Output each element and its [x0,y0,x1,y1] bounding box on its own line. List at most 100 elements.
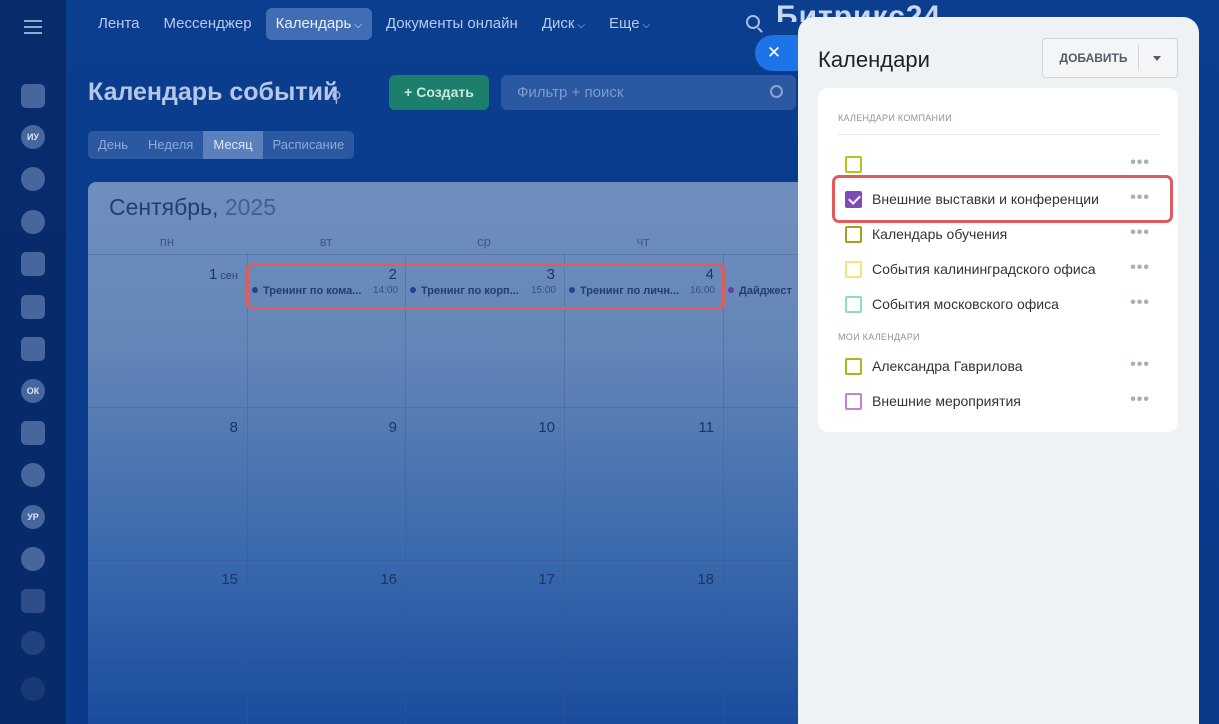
library-icon[interactable] [21,337,45,361]
nav-disk-label: Диск [541,15,575,32]
day-cell-number[interactable]: 11 [574,419,714,436]
nav-documents[interactable]: Документы онлайн [376,8,528,40]
hexagon-icon[interactable] [21,463,45,487]
nav-more[interactable]: Еще ⌵ [599,8,660,40]
filter-search-input[interactable]: Фильтр + поиск [501,75,796,110]
my-calendars-header: МОИ КАЛЕНДАРИ [838,332,920,342]
nav-calendar[interactable]: Календарь ⌵ [265,8,372,40]
calendar-name: События калининградского офиса [872,261,1096,277]
calendar-name: Внешние мероприятия [872,393,1021,409]
sidebar-badge-iu[interactable]: ИУ [21,125,45,149]
calendars-panel: Календари ДОБАВИТЬ КАЛЕНДАРИ КОМПАНИИ ••… [798,17,1199,724]
menu-icon[interactable] [24,20,42,34]
home-icon[interactable] [21,84,45,108]
grid-line [88,407,798,408]
calendar-name: Александра Гаврилова [872,358,1023,374]
divider [838,134,1160,135]
page-title: Календарь событий [88,78,339,106]
create-button[interactable]: + Создать [389,75,489,110]
grid-line [88,713,798,714]
more-options-icon[interactable]: ••• [1130,391,1150,409]
calendar-item[interactable]: События московского офиса ••• [838,289,1160,321]
tab-day[interactable]: День [88,131,138,159]
add-calendar-button[interactable]: ДОБАВИТЬ [1042,38,1178,78]
day-month-suffix: сен [220,270,238,282]
left-sidebar: ИУ ОК УР [0,0,66,724]
nav-calendar-label: Календарь [275,15,352,32]
chat-bot-icon[interactable] [21,547,45,571]
pin-icon[interactable]: ⚲ [331,88,342,106]
grid-line [723,254,724,724]
calendar-item[interactable]: Александра Гаврилова ••• [838,351,1160,383]
day-cell-number[interactable]: 16 [257,571,397,588]
sidebar-badge-ur[interactable]: УР [21,505,45,529]
calendar-checkbox[interactable] [845,156,862,173]
people-icon[interactable] [21,210,45,234]
day-cell-number[interactable]: 18 [574,571,714,588]
day-cell-number[interactable]: 9 [257,419,397,436]
more-options-icon[interactable]: ••• [1130,356,1150,374]
grid-line [564,254,565,724]
more-options-icon[interactable]: ••• [1130,154,1150,172]
calendar-checkbox[interactable] [845,261,862,278]
day-cell-number[interactable]: 17 [415,571,555,588]
calendar-checkbox[interactable] [845,393,862,410]
search-icon[interactable] [746,15,760,29]
close-panel-button[interactable]: ✕ [755,35,799,71]
more-options-icon[interactable]: ••• [1130,294,1150,312]
calendar-checkbox[interactable] [845,358,862,375]
chevron-down-icon[interactable] [1153,56,1161,61]
grid-line [405,254,406,724]
panel-title: Календари [818,47,930,72]
calendar-name: События московского офиса [872,296,1059,312]
tab-schedule[interactable]: Расписание [263,131,355,159]
month-label: Сентябрь, [109,194,219,220]
add-button-label: ДОБАВИТЬ [1059,51,1128,65]
calendar-event[interactable]: Дайджест [728,285,798,301]
nav-documents-label: Документы онлайн [385,15,518,32]
search-icon[interactable] [770,85,783,98]
create-button-label: Создать [416,84,474,100]
event-dot [728,287,734,293]
chevron-down-icon: ⌵ [577,20,586,31]
divider [1138,45,1139,71]
event-title: Дайджест [739,285,792,297]
nav-messenger-label: Мессенджер [163,15,252,32]
nav-feed-label: Лента [98,15,140,32]
nav-disk[interactable]: Диск ⌵ [532,8,595,40]
day-cell-number[interactable]: 10 [415,419,555,436]
calendar-item[interactable]: Календарь обучения ••• [838,219,1160,251]
weekday-label: пн [159,234,175,249]
day-cell-number[interactable]: 8 [98,419,238,436]
company-calendars-header: КАЛЕНДАРИ КОМПАНИИ [838,113,952,123]
book-icon[interactable] [21,295,45,319]
tab-week[interactable]: Неделя [138,131,203,159]
nav-messenger[interactable]: Мессенджер [154,8,262,40]
settings-icon[interactable] [21,677,45,701]
grid-line [88,254,798,255]
calendar-month-title: Сентябрь, 2025 [109,194,276,221]
day-cell-number[interactable]: 1 сен [98,266,238,283]
sidebar-badge-ok[interactable]: ОК [21,379,45,403]
tab-month[interactable]: Месяц [203,131,263,159]
calendar-checkbox[interactable] [845,296,862,313]
chart-icon[interactable] [21,589,45,613]
more-options-icon[interactable]: ••• [1130,259,1150,277]
calendar-checkbox[interactable] [845,226,862,243]
chevron-down-icon: ⌵ [642,20,651,31]
day-number: 1 [208,266,218,283]
calendar-item[interactable]: Внешние мероприятия ••• [838,386,1160,418]
graduation-cap-icon[interactable] [21,167,45,191]
weekday-label: ср [477,234,491,249]
clock-icon[interactable] [21,631,45,655]
calendar-grid-icon[interactable] [21,421,45,445]
support-icon[interactable] [21,252,45,276]
filter-placeholder: Фильтр + поиск [517,84,624,101]
nav-feed[interactable]: Лента [88,8,150,40]
year-label: 2025 [224,194,276,220]
chevron-down-icon: ⌵ [354,20,362,31]
day-cell-number[interactable]: 15 [98,571,238,588]
calendar-item[interactable]: События калининградского офиса ••• [838,254,1160,286]
top-navigation: Лента Мессенджер Календарь ⌵ Документы он… [88,8,660,40]
more-options-icon[interactable]: ••• [1130,224,1150,242]
